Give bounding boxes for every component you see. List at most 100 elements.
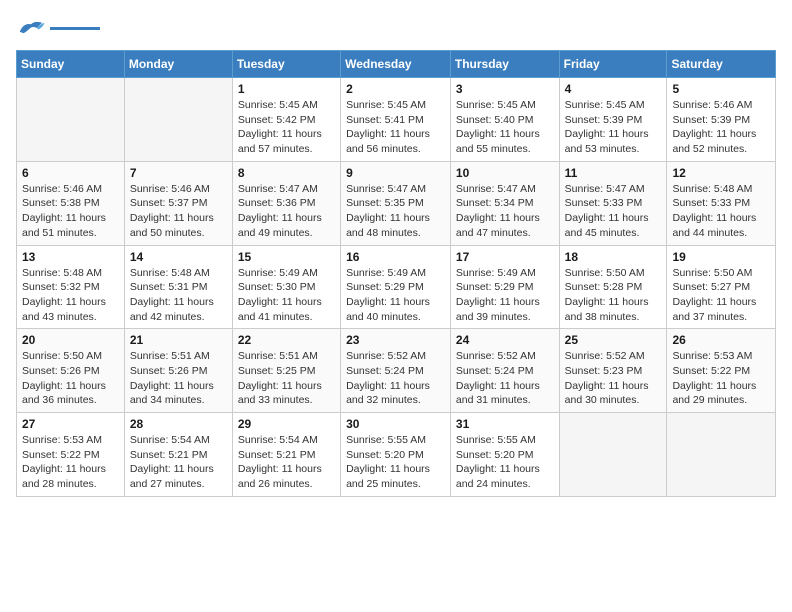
day-info: Sunrise: 5:50 AMSunset: 5:26 PMDaylight:… [22,349,119,408]
calendar-cell: 4 Sunrise: 5:45 AMSunset: 5:39 PMDaylight… [559,78,667,162]
day-info: Sunrise: 5:50 AMSunset: 5:27 PMDaylight:… [672,266,770,325]
day-info: Sunrise: 5:47 AMSunset: 5:36 PMDaylight:… [238,182,335,241]
day-number: 6 [22,166,119,180]
calendar-cell: 8 Sunrise: 5:47 AMSunset: 5:36 PMDaylight… [232,161,340,245]
day-info: Sunrise: 5:46 AMSunset: 5:37 PMDaylight:… [130,182,227,241]
calendar-cell: 5Sunrise: 5:46 AMSunset: 5:39 PMDaylight… [667,78,776,162]
calendar-cell: 2Sunrise: 5:45 AMSunset: 5:41 PMDaylight… [341,78,451,162]
calendar-body: 1Sunrise: 5:45 AMSunset: 5:42 PMDaylight… [17,78,776,497]
day-info: Sunrise: 5:55 AMSunset: 5:20 PMDaylight:… [456,433,554,492]
calendar-cell: 3Sunrise: 5:45 AMSunset: 5:40 PMDaylight… [450,78,559,162]
calendar-week-5: 27 Sunrise: 5:53 AMSunset: 5:22 PMDayligh… [17,413,776,497]
calendar-cell: 24 Sunrise: 5:52 AMSunset: 5:24 PMDayligh… [450,329,559,413]
day-number: 25 [565,333,662,347]
day-info: Sunrise: 5:52 AMSunset: 5:24 PMDaylight:… [346,349,445,408]
day-info: Sunrise: 5:52 AMSunset: 5:24 PMDaylight:… [456,349,554,408]
day-info: Sunrise: 5:54 AMSunset: 5:21 PMDaylight:… [238,433,335,492]
day-number: 10 [456,166,554,180]
page-header [16,16,776,40]
calendar-cell [124,78,232,162]
calendar-cell: 23 Sunrise: 5:52 AMSunset: 5:24 PMDayligh… [341,329,451,413]
calendar-cell: 17 Sunrise: 5:49 AMSunset: 5:29 PMDayligh… [450,245,559,329]
calendar-week-1: 1Sunrise: 5:45 AMSunset: 5:42 PMDaylight… [17,78,776,162]
day-info: Sunrise: 5:45 AMSunset: 5:39 PMDaylight:… [565,98,662,157]
day-number: 23 [346,333,445,347]
day-info: Sunrise: 5:47 AMSunset: 5:33 PMDaylight:… [565,182,662,241]
day-number: 12 [672,166,770,180]
calendar-cell: 13 Sunrise: 5:48 AMSunset: 5:32 PMDayligh… [17,245,125,329]
day-info: Sunrise: 5:46 AMSunset: 5:38 PMDaylight:… [22,182,119,241]
day-info: Sunrise: 5:54 AMSunset: 5:21 PMDaylight:… [130,433,227,492]
day-number: 15 [238,250,335,264]
day-number: 21 [130,333,227,347]
calendar-cell: 14 Sunrise: 5:48 AMSunset: 5:31 PMDayligh… [124,245,232,329]
calendar-week-4: 20 Sunrise: 5:50 AMSunset: 5:26 PMDayligh… [17,329,776,413]
day-info: Sunrise: 5:48 AMSunset: 5:33 PMDaylight:… [672,182,770,241]
day-info: Sunrise: 5:51 AMSunset: 5:25 PMDaylight:… [238,349,335,408]
day-info: Sunrise: 5:47 AMSunset: 5:35 PMDaylight:… [346,182,445,241]
day-number: 7 [130,166,227,180]
calendar-cell: 11Sunrise: 5:47 AMSunset: 5:33 PMDayligh… [559,161,667,245]
weekday-header-wednesday: Wednesday [341,51,451,78]
calendar-cell: 25 Sunrise: 5:52 AMSunset: 5:23 PMDayligh… [559,329,667,413]
day-number: 22 [238,333,335,347]
day-info: Sunrise: 5:53 AMSunset: 5:22 PMDaylight:… [22,433,119,492]
day-info: Sunrise: 5:55 AMSunset: 5:20 PMDaylight:… [346,433,445,492]
calendar-cell: 12 Sunrise: 5:48 AMSunset: 5:33 PMDayligh… [667,161,776,245]
day-number: 18 [565,250,662,264]
day-number: 13 [22,250,119,264]
calendar-cell: 21 Sunrise: 5:51 AMSunset: 5:26 PMDayligh… [124,329,232,413]
calendar-cell: 1Sunrise: 5:45 AMSunset: 5:42 PMDaylight… [232,78,340,162]
weekday-header-monday: Monday [124,51,232,78]
calendar-cell: 30Sunrise: 5:55 AMSunset: 5:20 PMDayligh… [341,413,451,497]
calendar-cell: 15 Sunrise: 5:49 AMSunset: 5:30 PMDayligh… [232,245,340,329]
day-number: 8 [238,166,335,180]
day-number: 3 [456,82,554,96]
calendar-cell: 10Sunrise: 5:47 AMSunset: 5:34 PMDayligh… [450,161,559,245]
logo [16,16,100,40]
day-number: 14 [130,250,227,264]
weekday-header-tuesday: Tuesday [232,51,340,78]
calendar-cell [17,78,125,162]
day-number: 29 [238,417,335,431]
day-info: Sunrise: 5:52 AMSunset: 5:23 PMDaylight:… [565,349,662,408]
calendar-cell: 6 Sunrise: 5:46 AMSunset: 5:38 PMDaylight… [17,161,125,245]
day-info: Sunrise: 5:45 AMSunset: 5:41 PMDaylight:… [346,98,445,157]
day-number: 24 [456,333,554,347]
day-info: Sunrise: 5:48 AMSunset: 5:31 PMDaylight:… [130,266,227,325]
day-number: 20 [22,333,119,347]
day-number: 26 [672,333,770,347]
calendar-table: SundayMondayTuesdayWednesdayThursdayFrid… [16,50,776,497]
calendar-cell: 16Sunrise: 5:49 AMSunset: 5:29 PMDayligh… [341,245,451,329]
day-number: 1 [238,82,335,96]
calendar-cell: 20 Sunrise: 5:50 AMSunset: 5:26 PMDayligh… [17,329,125,413]
day-number: 28 [130,417,227,431]
day-info: Sunrise: 5:46 AMSunset: 5:39 PMDaylight:… [672,98,770,157]
calendar-cell: 18 Sunrise: 5:50 AMSunset: 5:28 PMDayligh… [559,245,667,329]
calendar-week-2: 6 Sunrise: 5:46 AMSunset: 5:38 PMDaylight… [17,161,776,245]
weekday-header-saturday: Saturday [667,51,776,78]
logo-icon [16,16,46,40]
day-number: 27 [22,417,119,431]
calendar-cell: 31 Sunrise: 5:55 AMSunset: 5:20 PMDayligh… [450,413,559,497]
weekday-header-sunday: Sunday [17,51,125,78]
day-info: Sunrise: 5:48 AMSunset: 5:32 PMDaylight:… [22,266,119,325]
calendar-cell [559,413,667,497]
weekday-header-thursday: Thursday [450,51,559,78]
calendar-cell: 22 Sunrise: 5:51 AMSunset: 5:25 PMDayligh… [232,329,340,413]
day-info: Sunrise: 5:53 AMSunset: 5:22 PMDaylight:… [672,349,770,408]
calendar-cell: 28 Sunrise: 5:54 AMSunset: 5:21 PMDayligh… [124,413,232,497]
day-info: Sunrise: 5:50 AMSunset: 5:28 PMDaylight:… [565,266,662,325]
day-info: Sunrise: 5:49 AMSunset: 5:29 PMDaylight:… [456,266,554,325]
day-number: 4 [565,82,662,96]
calendar-cell: 19Sunrise: 5:50 AMSunset: 5:27 PMDayligh… [667,245,776,329]
calendar-cell: 29 Sunrise: 5:54 AMSunset: 5:21 PMDayligh… [232,413,340,497]
calendar-cell: 7 Sunrise: 5:46 AMSunset: 5:37 PMDaylight… [124,161,232,245]
day-number: 17 [456,250,554,264]
day-number: 9 [346,166,445,180]
calendar-cell: 27 Sunrise: 5:53 AMSunset: 5:22 PMDayligh… [17,413,125,497]
day-info: Sunrise: 5:51 AMSunset: 5:26 PMDaylight:… [130,349,227,408]
calendar-cell: 26 Sunrise: 5:53 AMSunset: 5:22 PMDayligh… [667,329,776,413]
day-info: Sunrise: 5:49 AMSunset: 5:30 PMDaylight:… [238,266,335,325]
day-number: 31 [456,417,554,431]
